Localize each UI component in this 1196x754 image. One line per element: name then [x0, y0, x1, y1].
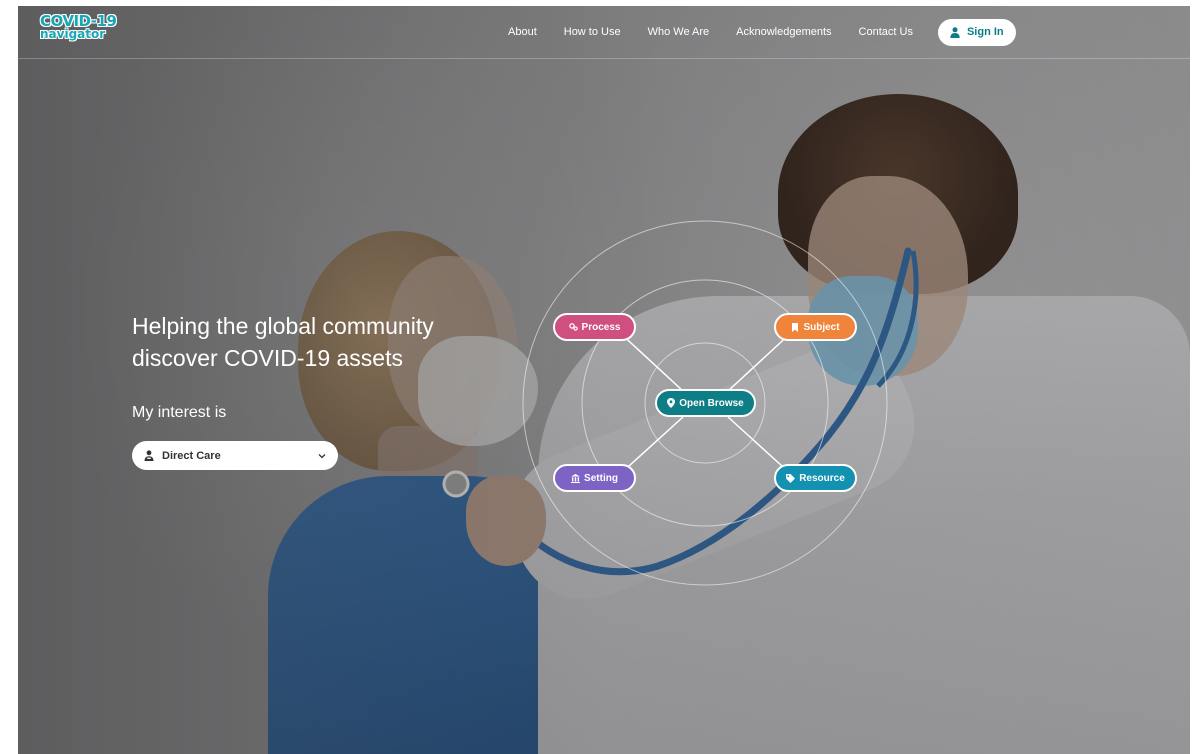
- nav-link-about[interactable]: About: [508, 26, 537, 38]
- nav-link-how-to-use[interactable]: How to Use: [564, 26, 621, 38]
- header: COVID-19 navigator About How to Use Who …: [18, 6, 1190, 59]
- open-browse-label: Open Browse: [679, 397, 744, 409]
- photo-overlay: [18, 6, 1190, 754]
- tag-icon: [786, 473, 796, 483]
- sign-in-label: Sign In: [966, 26, 1004, 38]
- logo-line-2: navigator: [40, 27, 106, 41]
- interest-select[interactable]: Direct Care: [132, 441, 338, 470]
- process-label: Process: [581, 321, 621, 333]
- user-icon: [950, 26, 960, 38]
- sign-in-button[interactable]: Sign In: [937, 18, 1016, 46]
- cogs-icon: [568, 323, 578, 331]
- chevron-down-icon: [318, 453, 326, 459]
- setting-button[interactable]: Setting: [553, 464, 636, 492]
- headline-line-1: Helping the global community: [132, 313, 434, 339]
- headline-line-2: discover COVID-19 assets: [132, 345, 403, 371]
- open-browse-button[interactable]: Open Browse: [655, 389, 756, 417]
- subject-label: Subject: [803, 321, 840, 333]
- bookmark-icon: [792, 322, 799, 332]
- hero-section: Process Subject Open Browse Setting Reso…: [18, 6, 1190, 754]
- nav-link-acknowledgements[interactable]: Acknowledgements: [736, 26, 831, 38]
- setting-label: Setting: [584, 472, 618, 484]
- page-title: Helping the global community discover CO…: [132, 310, 512, 374]
- interest-select-value: Direct Care: [162, 449, 221, 462]
- nav-link-who-we-are[interactable]: Who We Are: [648, 26, 710, 38]
- nav-link-contact-us[interactable]: Contact Us: [859, 26, 913, 38]
- subject-button[interactable]: Subject: [774, 313, 857, 341]
- process-button[interactable]: Process: [553, 313, 636, 341]
- user-doctor-icon: [144, 450, 154, 461]
- interest-label: My interest is: [132, 404, 227, 421]
- main-nav: About How to Use Who We Are Acknowledgem…: [508, 18, 1016, 46]
- page: Process Subject Open Browse Setting Reso…: [0, 0, 1196, 754]
- resource-button[interactable]: Resource: [774, 464, 857, 492]
- building-icon: [571, 473, 581, 483]
- logo[interactable]: COVID-19 navigator: [40, 14, 117, 41]
- resource-label: Resource: [799, 472, 845, 484]
- map-marker-icon: [667, 398, 676, 408]
